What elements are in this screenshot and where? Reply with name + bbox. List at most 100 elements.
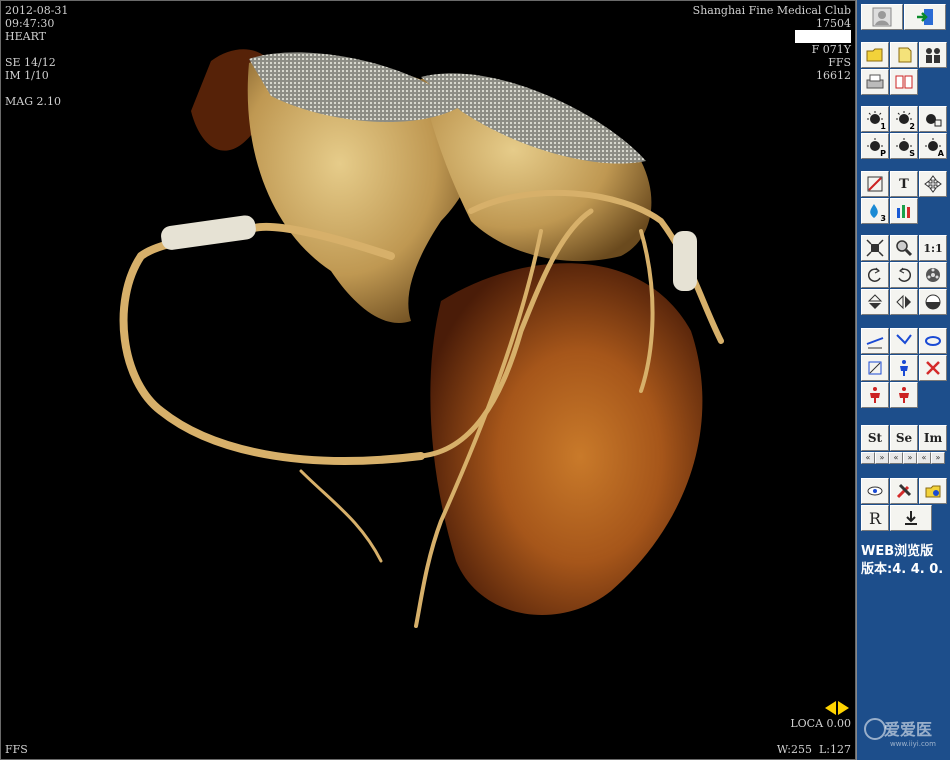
ellipse-roi-button[interactable]: [919, 328, 947, 354]
reset-icon: R: [868, 508, 882, 528]
layout-icon: [895, 75, 913, 89]
annotation-button[interactable]: [861, 355, 889, 381]
study-button[interactable]: St: [861, 425, 889, 451]
series-prev-button[interactable]: «: [889, 452, 903, 464]
open-study-button[interactable]: [861, 42, 889, 68]
study-number: 16612: [816, 69, 851, 82]
angle-button[interactable]: [890, 328, 918, 354]
window-width: W:255: [776, 743, 812, 756]
image-label: Im: [923, 431, 943, 445]
body-back-button[interactable]: [890, 382, 918, 408]
print-button[interactable]: [861, 69, 889, 95]
flip-horizontal-button[interactable]: [890, 289, 918, 315]
rotate-right-button[interactable]: [890, 262, 918, 288]
window-preset-1-button[interactable]: 1: [861, 106, 889, 132]
tools-icon: [896, 483, 912, 499]
exit-icon: [917, 9, 933, 25]
pan-tool-button[interactable]: [919, 171, 947, 197]
window-preset-p-button[interactable]: P: [861, 133, 889, 159]
tools-button[interactable]: [890, 478, 918, 504]
study-time: 09:47:30: [5, 17, 55, 30]
coronary-distal: [299, 469, 383, 563]
user-icon: [872, 7, 892, 27]
cine-button[interactable]: [919, 262, 947, 288]
study-next-button[interactable]: »: [875, 452, 889, 464]
body-marker-button[interactable]: [890, 355, 918, 381]
version-number: 版本:4. 4. 0.: [861, 562, 944, 577]
window-custom-button[interactable]: [919, 106, 947, 132]
patients-icon: [926, 48, 940, 63]
ellipse-roi-icon: [925, 336, 941, 346]
study-date: 2012-08-31: [5, 4, 69, 17]
body-part: HEART: [5, 30, 46, 43]
window-preset-a-button[interactable]: A: [919, 133, 947, 159]
zoom-1to1-icon: 1:1: [923, 241, 943, 255]
watermark-name: 爱爱医: [884, 720, 933, 739]
tool-panel: 1 2 P S A T 3 1:1 St Se Im « » « » « » R…: [856, 0, 950, 760]
fit-window-button[interactable]: [861, 235, 889, 261]
settings-button[interactable]: [919, 478, 947, 504]
contrast-tool-button[interactable]: 3: [861, 198, 889, 224]
heart-3d-render[interactable]: [1, 1, 856, 760]
download-button[interactable]: [890, 505, 932, 531]
magnifier-button[interactable]: [890, 235, 918, 261]
preset-sub-label: 1: [880, 122, 886, 131]
watermark-logo-icon: [864, 718, 886, 740]
magnifier-icon: [896, 240, 913, 257]
reset-button[interactable]: R: [861, 505, 889, 531]
eye-icon: [867, 486, 883, 496]
rotate-left-button[interactable]: [861, 262, 889, 288]
user-info-button[interactable]: [861, 4, 903, 30]
text-tool-button[interactable]: T: [890, 171, 918, 197]
study-prev-button[interactable]: «: [861, 452, 875, 464]
graft-marker-left: [161, 215, 256, 250]
series-next-button[interactable]: »: [903, 452, 917, 464]
watermark: 爱爱医 www.iiyi.com: [862, 712, 948, 756]
overlay-top-left: 2012-08-31 09:47:30 HEART SE 14/12 IM 1/…: [5, 4, 68, 108]
settings-folder-icon: [925, 485, 941, 498]
layout-button[interactable]: [890, 69, 918, 95]
position-label: FFS: [5, 743, 28, 756]
study-label: St: [867, 431, 883, 445]
flip-horizontal-icon: [896, 294, 911, 310]
person-icon: [900, 360, 908, 376]
prev-image-arrow-icon[interactable]: [825, 701, 836, 715]
version-title: WEB浏览版: [861, 544, 934, 559]
view-button[interactable]: [861, 478, 889, 504]
line-tool-button[interactable]: [861, 171, 889, 197]
window-preset-2-button[interactable]: 2: [890, 106, 918, 132]
preset-sub-label: A: [937, 149, 944, 158]
ruler-button[interactable]: [861, 328, 889, 354]
open-folder-icon: [866, 48, 883, 62]
delete-annotation-button[interactable]: [919, 355, 947, 381]
invert-button[interactable]: [919, 289, 947, 315]
patient-id: 17504: [816, 17, 851, 30]
image-prev-button[interactable]: «: [917, 452, 931, 464]
window-preset-s-button[interactable]: S: [890, 133, 918, 159]
folder-button[interactable]: [890, 42, 918, 68]
image-button[interactable]: Im: [919, 425, 947, 451]
rotate-cw-icon: [898, 267, 912, 282]
annotation-icon: [868, 361, 882, 375]
preset-sub-label: P: [880, 149, 886, 158]
watermark-url: www.iiyi.com: [890, 740, 936, 748]
histogram-tool-button[interactable]: [890, 198, 918, 224]
preset-sub-label: 2: [909, 122, 915, 131]
zoom-1to1-button[interactable]: 1:1: [919, 235, 947, 261]
series-button[interactable]: Se: [890, 425, 918, 451]
image-viewport[interactable]: 2012-08-31 09:47:30 HEART SE 14/12 IM 1/…: [0, 0, 856, 760]
invert-icon: [925, 294, 941, 310]
contrast-sub-label: 3: [880, 214, 886, 223]
next-image-arrow-icon[interactable]: [838, 701, 849, 715]
image-next-button[interactable]: »: [931, 452, 945, 464]
patients-button[interactable]: [919, 42, 947, 68]
text-tool-icon: T: [899, 176, 909, 192]
patient-name: Yu Cai Hu: [795, 30, 851, 43]
body-front-button[interactable]: [861, 382, 889, 408]
slice-location: LOCA 0.00: [790, 717, 851, 730]
exit-button[interactable]: [904, 4, 946, 30]
overlay-top-right: Shanghai Fine Medical Club 17504 Yu Cai …: [693, 4, 851, 82]
flip-vertical-button[interactable]: [861, 289, 889, 315]
image-number: IM 1/10: [5, 69, 49, 82]
magnification: MAG 2.10: [5, 95, 61, 108]
